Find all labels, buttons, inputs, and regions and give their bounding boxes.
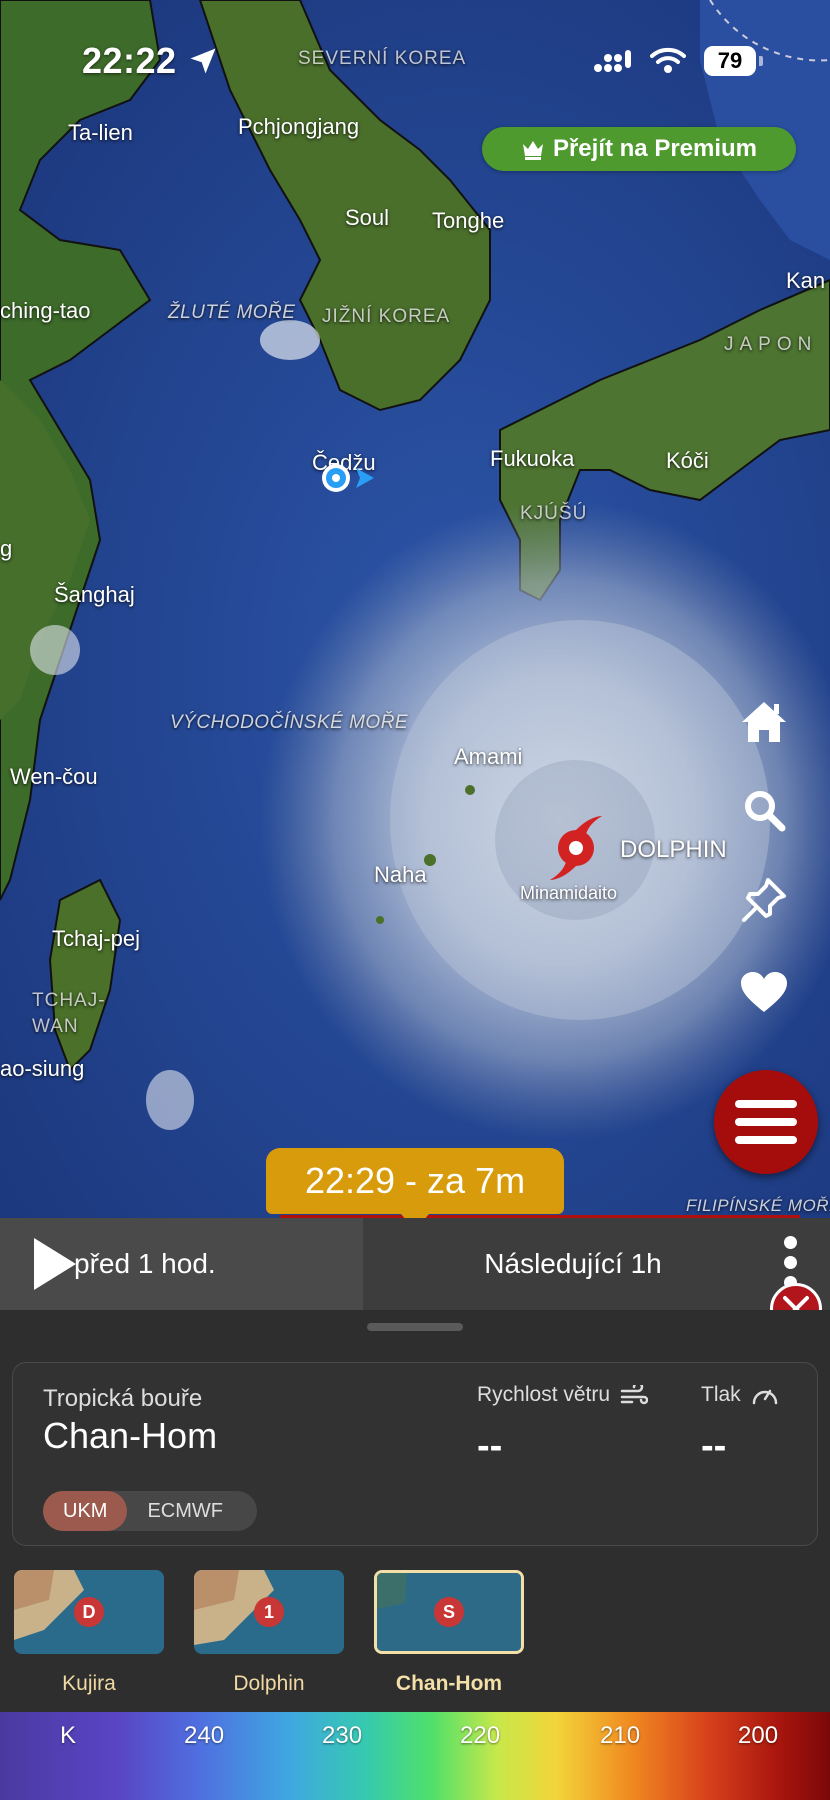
wind-speed-text: Rychlost větru xyxy=(477,1383,611,1406)
search-button[interactable] xyxy=(736,782,792,838)
storm-marker-label: DOLPHIN xyxy=(620,836,727,863)
storm-thumb-label[interactable]: Chan-Hom xyxy=(374,1672,524,1696)
map-label: JAPON xyxy=(724,334,818,355)
storm-thumb-label[interactable]: Dolphin xyxy=(194,1672,344,1696)
location-arrow-icon xyxy=(188,46,218,81)
premium-label: Přejít na Premium xyxy=(552,135,758,162)
map-label: Amami xyxy=(454,744,523,769)
map-label: Ta-lien xyxy=(68,120,133,145)
wind-speed-label: Rychlost větru xyxy=(477,1383,649,1407)
map-label: ao-siung xyxy=(0,1056,85,1081)
home-icon xyxy=(742,702,786,742)
time-bubble-label: 22:29 - za 7m xyxy=(304,1160,526,1201)
map-label: VÝCHODOČÍNSKÉ MOŘE xyxy=(170,712,409,733)
map-label: KJÚŠÚ xyxy=(520,503,588,524)
legend-tick: 240 xyxy=(184,1722,225,1749)
map-label: Naha xyxy=(374,862,427,887)
legend-tick: 220 xyxy=(460,1722,501,1749)
map-background xyxy=(0,0,830,1218)
map-label: g xyxy=(0,536,13,561)
gauge-icon xyxy=(752,1389,777,1405)
wind-speed-value: -- xyxy=(477,1425,503,1467)
pin-icon xyxy=(742,878,786,922)
pressure-value: -- xyxy=(701,1425,727,1467)
map-label: Fukuoka xyxy=(490,446,575,471)
storm-name: Chan-Hom xyxy=(43,1415,218,1456)
hurricane-icon[interactable] xyxy=(548,812,604,887)
pressure-label: Tlak xyxy=(701,1383,779,1407)
crown-icon xyxy=(522,141,543,160)
legend-tick: K xyxy=(60,1722,77,1749)
map-label: FILIPÍNSKÉ MOŘE xyxy=(686,1196,830,1215)
time-bubble[interactable]: 22:29 - za 7m xyxy=(266,1148,564,1218)
map-label: JIŽNÍ KOREA xyxy=(322,306,451,327)
map-label: Tchaj-pej xyxy=(52,926,141,951)
storm-badge: D xyxy=(74,1597,104,1627)
map-label: Soul xyxy=(345,205,390,230)
map-label: Wen-čou xyxy=(10,764,98,789)
search-icon xyxy=(745,791,786,832)
legend-tick: 230 xyxy=(322,1722,363,1749)
timeline-bar[interactable]: před 1 hod. Následující 1h xyxy=(0,1218,830,1310)
map-label: ŽLUTÉ MOŘE xyxy=(168,302,296,323)
menu-icon xyxy=(735,1100,797,1144)
play-icon xyxy=(34,1238,76,1290)
temperature-legend: K 240 230 220 210 200 xyxy=(0,1712,830,1800)
storm-badge: 1 xyxy=(254,1597,284,1627)
map-label: Pchjongjang xyxy=(238,114,360,139)
storm-list: D Kujira 1 Dolphin S Chan-Hom xyxy=(0,1570,830,1700)
weather-map[interactable]: 22:22 79 Přejít na Premium SEVERNÍ KOREA… xyxy=(0,0,830,1218)
heart-icon xyxy=(741,972,787,1012)
storm-place-label: Minamidaito xyxy=(520,883,618,903)
wind-icon xyxy=(620,1385,649,1405)
model-switch[interactable]: UKM ECMWF xyxy=(43,1491,257,1531)
premium-button[interactable]: Přejít na Premium xyxy=(482,127,796,171)
map-label: SEVERNÍ KOREA xyxy=(298,48,467,69)
map-label: Kan xyxy=(786,268,826,293)
storm-info-card: Tropická bouře Chan-Hom Rychlost větru -… xyxy=(12,1362,818,1546)
storm-thumb-chan-hom[interactable]: S xyxy=(374,1570,524,1654)
favorite-button[interactable] xyxy=(736,964,792,1020)
storm-badge: S xyxy=(434,1597,464,1627)
storm-thumb-label[interactable]: Kujira xyxy=(14,1672,164,1696)
home-button[interactable] xyxy=(736,694,792,750)
storm-type: Tropická bouře xyxy=(43,1385,203,1412)
map-label: Šanghaj xyxy=(54,582,135,607)
battery-indicator: 79 xyxy=(704,46,763,76)
timeline-previous-label[interactable]: před 1 hod. xyxy=(74,1248,216,1280)
legend-tick: 210 xyxy=(600,1722,641,1749)
pressure-text: Tlak xyxy=(701,1383,741,1406)
map-label: TCHAJ- WAN xyxy=(32,990,106,1037)
signal-icon xyxy=(594,50,636,79)
menu-button[interactable] xyxy=(714,1070,830,1174)
map-label: Kóči xyxy=(666,448,709,473)
pin-button[interactable] xyxy=(736,872,792,928)
storm-sheet: Tropická bouře Chan-Hom Rychlost větru -… xyxy=(0,1310,830,1712)
storm-thumb-dolphin[interactable]: 1 xyxy=(194,1570,344,1654)
legend-tick: 200 xyxy=(738,1722,779,1749)
map-label: ching-tao xyxy=(0,298,91,323)
play-button[interactable] xyxy=(32,1236,78,1297)
clock: 22:22 xyxy=(82,40,177,81)
timeline-next-label[interactable]: Následující 1h xyxy=(363,1248,783,1280)
model-ecmwf[interactable]: ECMWF xyxy=(127,1491,243,1531)
user-location-marker[interactable] xyxy=(320,460,376,501)
wifi-icon xyxy=(650,46,686,79)
map-label: Tonghe xyxy=(432,208,505,233)
storm-thumb-kujira[interactable]: D xyxy=(14,1570,164,1654)
model-ukm[interactable]: UKM xyxy=(43,1491,128,1531)
sheet-handle[interactable] xyxy=(367,1323,463,1331)
